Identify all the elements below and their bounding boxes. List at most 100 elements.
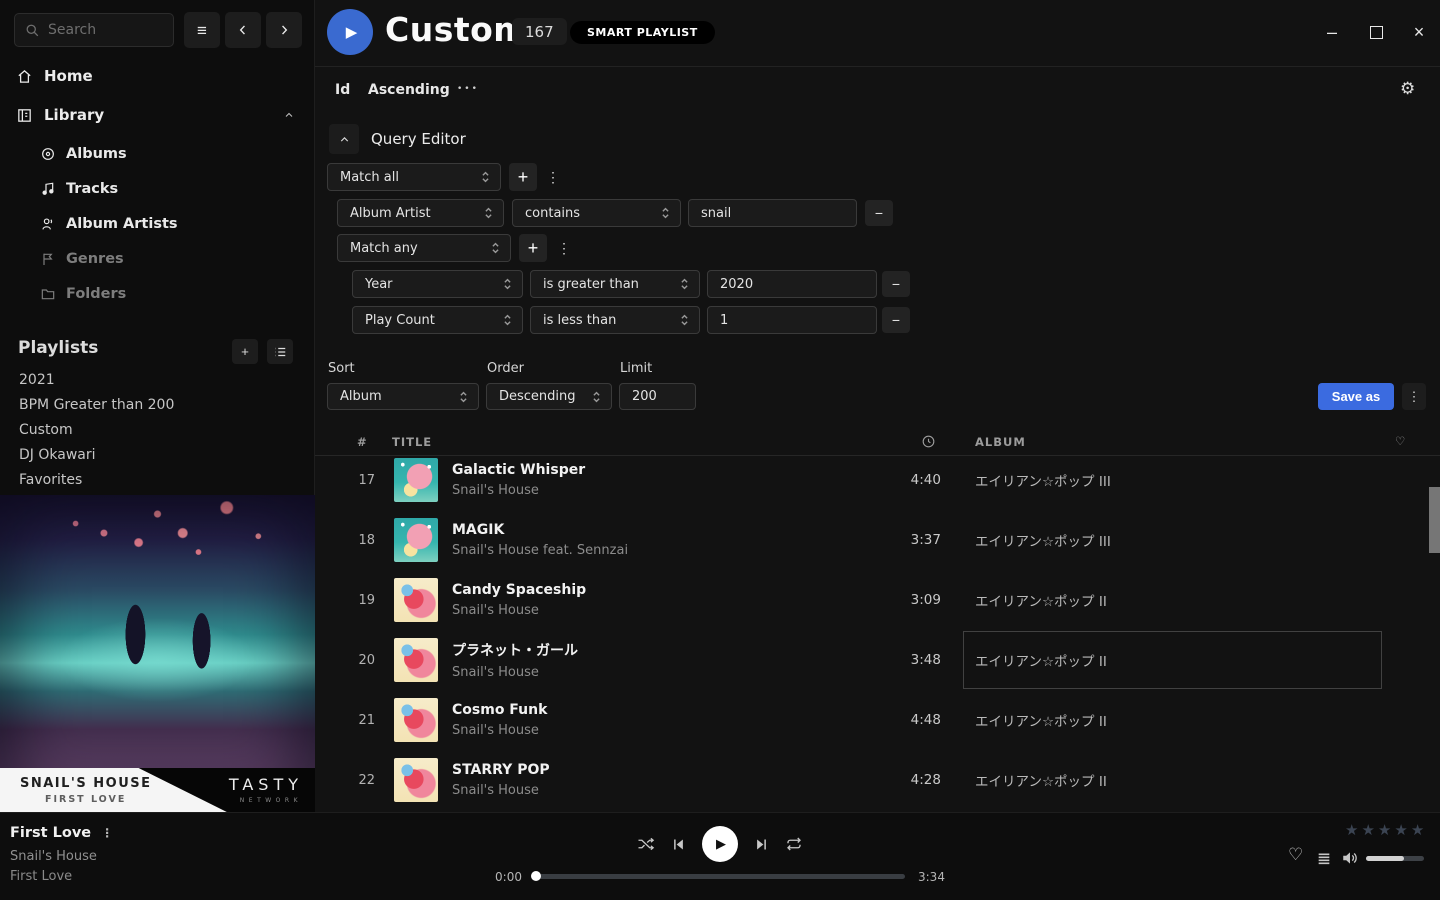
- playlist-item[interactable]: 2021: [19, 372, 299, 394]
- now-playing-album[interactable]: First Love: [10, 869, 72, 884]
- rule-value-input[interactable]: 2020: [707, 270, 877, 298]
- rule-field-select[interactable]: Album Artist: [337, 199, 504, 227]
- track-duration: 4:48: [838, 712, 941, 728]
- favorite-button[interactable]: ♡: [1288, 845, 1303, 865]
- heart-icon[interactable]: ♡: [1395, 434, 1406, 448]
- playlist-item[interactable]: DJ Okawari: [19, 447, 299, 469]
- menu-button[interactable]: ≡: [184, 12, 220, 48]
- more-options-icon[interactable]: •••: [457, 84, 479, 94]
- save-menu-icon[interactable]: ⋮: [1402, 383, 1426, 410]
- shuffle-button[interactable]: [637, 835, 655, 853]
- remove-rule-button[interactable]: −: [865, 200, 893, 226]
- now-playing-artist[interactable]: Snail's House: [10, 849, 97, 864]
- add-playlist-button[interactable]: +: [232, 339, 258, 364]
- queue-button[interactable]: [1316, 851, 1332, 867]
- cover-brand-text: TASTY: [229, 775, 303, 794]
- player-bar: First Love ⋮ Snail's House First Love ▶ …: [0, 812, 1440, 900]
- limit-input[interactable]: 200: [619, 383, 696, 410]
- track-title: Candy Spaceship: [452, 582, 838, 598]
- play-pause-button[interactable]: ▶: [702, 826, 738, 862]
- rating-stars[interactable]: ★★★★★: [1345, 821, 1427, 839]
- root-match-select[interactable]: Match all: [327, 163, 501, 191]
- page-title: Custom: [385, 10, 528, 49]
- search-input[interactable]: Search: [14, 13, 174, 47]
- playlist-list-button[interactable]: [267, 339, 293, 364]
- order-label: Order: [487, 361, 524, 376]
- sidebar-item-albums[interactable]: Albums: [0, 141, 315, 167]
- sidebar-item-tracks[interactable]: Tracks: [0, 176, 315, 202]
- seek-slider[interactable]: [535, 874, 905, 879]
- collapse-query-editor-button[interactable]: [329, 124, 359, 154]
- playlist-item[interactable]: BPM Greater than 200: [19, 397, 299, 419]
- rule-operator-select[interactable]: contains: [512, 199, 681, 227]
- rule-value-input[interactable]: snail: [688, 199, 857, 227]
- rule-value-input[interactable]: 1: [707, 306, 877, 334]
- volume-button[interactable]: [1341, 849, 1359, 867]
- play-playlist-button[interactable]: ▶: [327, 9, 373, 55]
- rule-group-menu-icon[interactable]: ⋮: [545, 163, 561, 191]
- star-icon[interactable]: ★: [1361, 821, 1377, 839]
- sort-direction-control[interactable]: Ascending: [368, 82, 450, 98]
- playlists-heading: Playlists: [18, 338, 98, 358]
- forward-button[interactable]: [266, 12, 302, 48]
- gear-icon[interactable]: ⚙: [1400, 79, 1415, 99]
- rule-group-menu-icon[interactable]: ⋮: [556, 234, 572, 262]
- now-playing-menu-icon[interactable]: ⋮: [101, 826, 113, 840]
- group-match-select[interactable]: Match any: [337, 234, 511, 262]
- now-playing-title[interactable]: First Love: [10, 825, 91, 841]
- maximize-button[interactable]: [1361, 17, 1391, 47]
- previous-button[interactable]: [671, 837, 686, 852]
- sidebar-item-home[interactable]: Home: [0, 63, 315, 89]
- remove-rule-button[interactable]: −: [882, 271, 910, 297]
- chevron-up-icon[interactable]: [283, 109, 295, 121]
- add-rule-button[interactable]: +: [509, 163, 537, 191]
- minimize-button[interactable]: –: [1317, 17, 1347, 47]
- seek-slider-knob[interactable]: [531, 871, 541, 881]
- star-icon[interactable]: ★: [1345, 821, 1361, 839]
- star-icon[interactable]: ★: [1394, 821, 1410, 839]
- scrollbar-thumb[interactable]: [1429, 487, 1440, 553]
- back-button[interactable]: [225, 12, 261, 48]
- album-icon: [40, 146, 56, 162]
- next-button[interactable]: [754, 837, 769, 852]
- sort-field-control[interactable]: Id: [335, 82, 350, 98]
- track-duration: 4:28: [838, 772, 941, 788]
- track-row[interactable]: 22 STARRY POPSnail's House 4:28 エイリアン☆ポッ…: [315, 750, 1440, 810]
- close-button[interactable]: ×: [1404, 17, 1434, 47]
- rule-operator-select[interactable]: is less than: [530, 306, 700, 334]
- save-as-button[interactable]: Save as: [1318, 383, 1394, 410]
- select-value: Descending: [499, 389, 576, 404]
- artist-icon: [40, 216, 56, 232]
- sidebar-item-album-artists[interactable]: Album Artists: [0, 211, 315, 237]
- playback-controls: ▶: [637, 826, 803, 862]
- star-icon[interactable]: ★: [1411, 821, 1427, 839]
- chevron-up-down-icon: [484, 206, 493, 220]
- playlist-item[interactable]: Favorites: [19, 472, 299, 494]
- sidebar-item-library[interactable]: Library: [0, 102, 315, 128]
- track-row[interactable]: 19 Candy SpaceshipSnail's House 3:09 エイリ…: [315, 570, 1440, 630]
- rule-operator-select[interactable]: is greater than: [530, 270, 700, 298]
- library-icon: [16, 107, 33, 124]
- remove-rule-button[interactable]: −: [882, 307, 910, 333]
- rule-field-select[interactable]: Play Count: [352, 306, 523, 334]
- repeat-button[interactable]: [785, 835, 803, 853]
- rule-field-select[interactable]: Year: [352, 270, 523, 298]
- minus-icon: −: [875, 205, 883, 221]
- now-playing-cover-art[interactable]: SNAIL'S HOUSE FIRST LOVE TASTY NETWORK: [0, 495, 315, 812]
- add-rule-button[interactable]: +: [519, 234, 547, 262]
- track-row[interactable]: 21 Cosmo FunkSnail's House 4:48 エイリアン☆ポッ…: [315, 690, 1440, 750]
- order-select[interactable]: Descending: [486, 383, 612, 410]
- plus-icon: +: [528, 238, 539, 259]
- track-row[interactable]: 18 MAGIKSnail's House feat. Sennzai 3:37…: [315, 510, 1440, 570]
- star-icon[interactable]: ★: [1378, 821, 1394, 839]
- sidebar-item-genres[interactable]: Genres: [0, 246, 315, 272]
- track-row[interactable]: 20 プラネット・ガールSnail's House 3:48 エイリアン☆ポップ…: [315, 630, 1440, 690]
- track-album: エイリアン☆ポップ II: [975, 650, 1440, 670]
- playlist-item[interactable]: Custom: [19, 422, 299, 444]
- sidebar-item-label: Tracks: [66, 181, 118, 197]
- volume-slider[interactable]: [1366, 856, 1424, 861]
- sidebar-item-folders[interactable]: Folders: [0, 281, 315, 307]
- track-row[interactable]: 17 Galactic WhisperSnail's House 4:40 エイ…: [315, 456, 1440, 510]
- minimize-icon: –: [1327, 23, 1337, 41]
- sort-select[interactable]: Album: [327, 383, 479, 410]
